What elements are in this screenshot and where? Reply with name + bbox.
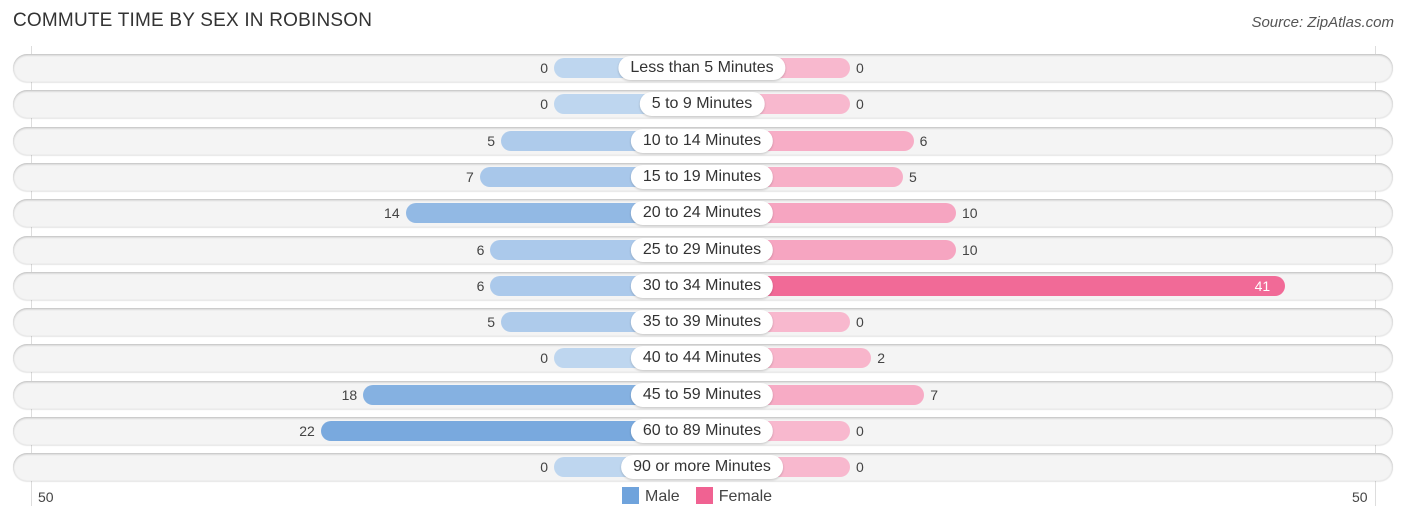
category-label: 5 to 9 Minutes: [639, 92, 765, 117]
category-label: 40 to 44 Minutes: [630, 346, 774, 371]
female-value: 0: [856, 60, 864, 76]
female-value: 7: [930, 386, 938, 403]
category-label: 25 to 29 Minutes: [630, 237, 774, 262]
male-value: 14: [384, 205, 400, 222]
male-value: 5: [487, 314, 495, 331]
female-value: 0: [856, 96, 864, 113]
female-value: 5: [909, 168, 917, 185]
category-label: 90 or more Minutes: [621, 455, 783, 480]
female-value: 6: [919, 132, 928, 149]
right-axis-tick: 50: [1352, 489, 1368, 505]
male-value: 22: [299, 423, 315, 439]
category-label: 35 to 39 Minutes: [630, 310, 774, 335]
male-value: 7: [466, 168, 474, 185]
male-swatch: [622, 487, 639, 504]
legend-label-male: Male: [645, 488, 680, 505]
female-value: 0: [856, 459, 864, 476]
male-value: 6: [476, 241, 485, 258]
legend-label-female: Female: [718, 488, 773, 505]
female-value: 2: [877, 350, 885, 367]
female-value: 10: [962, 205, 978, 222]
female-swatch: [695, 487, 713, 504]
chart-title: COMMUTE TIME BY SEX IN ROBINSON: [13, 10, 373, 31]
male-value: 6: [476, 277, 485, 294]
legend-item-male: Male: [622, 487, 680, 506]
source-label: Source: ZipAtlas.com: [1251, 14, 1394, 31]
left-axis-tick: 50: [38, 489, 54, 505]
category-label: 30 to 34 Minutes: [630, 273, 774, 298]
female-bar: [702, 275, 1285, 296]
category-label: 10 to 14 Minutes: [630, 128, 774, 153]
category-label: Less than 5 Minutes: [618, 56, 786, 80]
female-value: 0: [856, 314, 864, 331]
male-value: 5: [487, 132, 495, 149]
male-value: 0: [540, 96, 548, 113]
category-label: 15 to 19 Minutes: [630, 164, 774, 189]
legend-item-female: Female: [695, 487, 773, 506]
male-value: 0: [540, 60, 548, 76]
category-label: 60 to 89 Minutes: [630, 419, 774, 443]
male-value: 0: [540, 350, 548, 367]
male-value: 18: [341, 386, 358, 403]
female-value: 0: [856, 423, 864, 439]
male-value: 0: [540, 459, 548, 476]
female-value: 41: [1254, 277, 1271, 294]
female-value: 10: [962, 241, 978, 258]
category-label: 20 to 24 Minutes: [630, 201, 774, 226]
category-label: 45 to 59 Minutes: [630, 382, 774, 407]
legend: Male Female: [622, 487, 772, 506]
